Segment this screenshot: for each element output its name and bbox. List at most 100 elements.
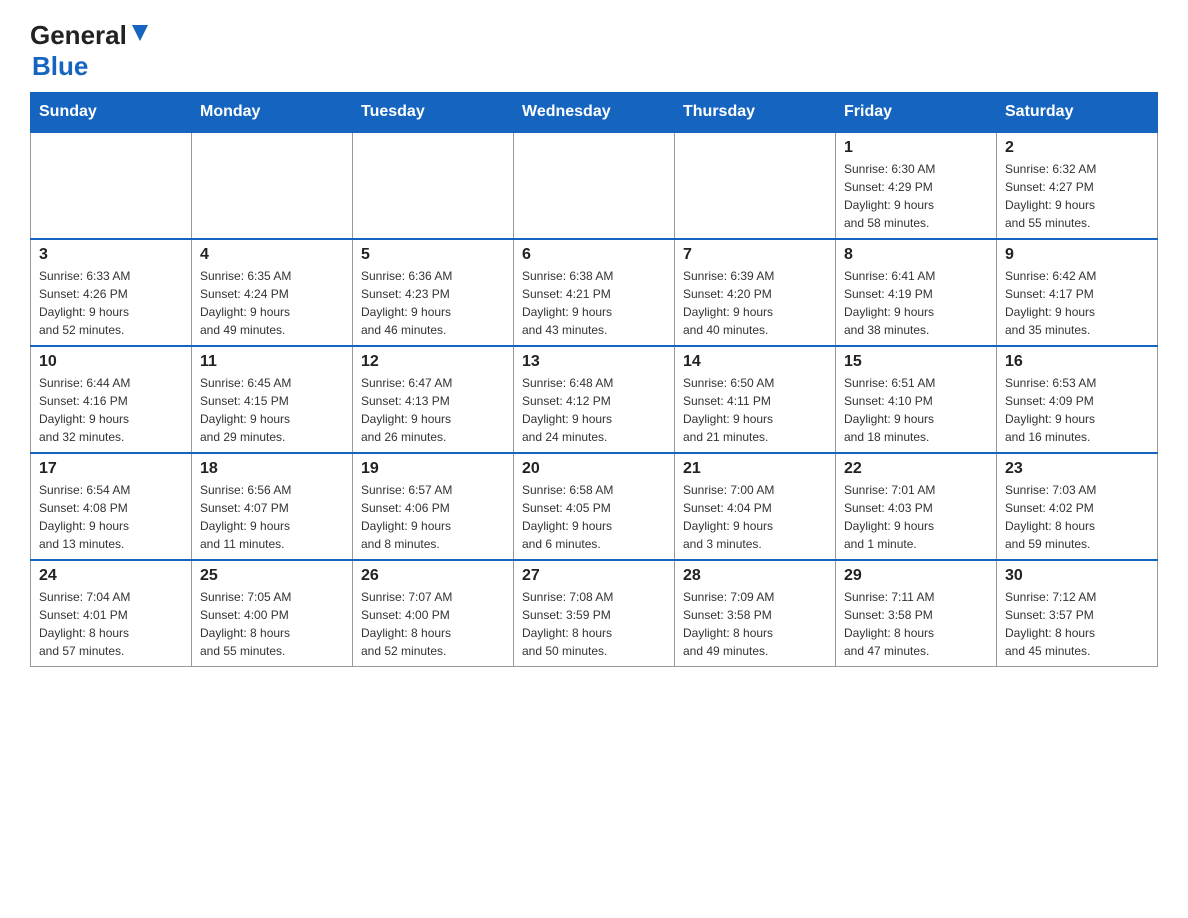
day-info: Sunrise: 6:32 AM Sunset: 4:27 PM Dayligh… [1005, 160, 1149, 232]
day-info: Sunrise: 6:39 AM Sunset: 4:20 PM Dayligh… [683, 267, 827, 339]
calendar-cell: 22 Sunrise: 7:01 AM Sunset: 4:03 PM Dayli… [836, 453, 997, 560]
day-number: 28 [683, 567, 827, 585]
calendar-cell: 11 Sunrise: 6:45 AM Sunset: 4:15 PM Dayli… [192, 346, 353, 453]
calendar-body: 1 Sunrise: 6:30 AM Sunset: 4:29 PM Daylig… [31, 132, 1158, 667]
calendar-cell: 17Sunrise: 6:54 AM Sunset: 4:08 PM Dayli… [31, 453, 192, 560]
calendar-cell [192, 132, 353, 239]
calendar-cell: 19 Sunrise: 6:57 AM Sunset: 4:06 PM Dayli… [353, 453, 514, 560]
day-number: 16 [1005, 353, 1149, 371]
day-number: 30 [1005, 567, 1149, 585]
day-number: 12 [361, 353, 505, 371]
day-info: Sunrise: 6:45 AM Sunset: 4:15 PM Dayligh… [200, 374, 344, 446]
day-number: 24 [39, 567, 183, 585]
day-info: Sunrise: 6:36 AM Sunset: 4:23 PM Dayligh… [361, 267, 505, 339]
day-info: Sunrise: 6:44 AM Sunset: 4:16 PM Dayligh… [39, 374, 183, 446]
logo-general-text: General [30, 20, 127, 51]
page-header: General Blue [30, 20, 1158, 82]
day-of-week-header: Friday [836, 93, 997, 133]
week-row: 17Sunrise: 6:54 AM Sunset: 4:08 PM Dayli… [31, 453, 1158, 560]
day-info: Sunrise: 6:47 AM Sunset: 4:13 PM Dayligh… [361, 374, 505, 446]
day-of-week-header: Thursday [675, 93, 836, 133]
calendar-cell: 21Sunrise: 7:00 AM Sunset: 4:04 PM Dayli… [675, 453, 836, 560]
day-of-week-header: Tuesday [353, 93, 514, 133]
calendar-cell [353, 132, 514, 239]
day-number: 13 [522, 353, 666, 371]
day-number: 20 [522, 460, 666, 478]
day-info: Sunrise: 6:56 AM Sunset: 4:07 PM Dayligh… [200, 481, 344, 553]
logo: General Blue [30, 20, 150, 82]
day-number: 22 [844, 460, 988, 478]
calendar-cell: 24 Sunrise: 7:04 AM Sunset: 4:01 PM Dayli… [31, 560, 192, 667]
calendar-cell: 30 Sunrise: 7:12 AM Sunset: 3:57 PM Dayli… [997, 560, 1158, 667]
calendar-cell: 16 Sunrise: 6:53 AM Sunset: 4:09 PM Dayli… [997, 346, 1158, 453]
day-number: 8 [844, 246, 988, 264]
day-of-week-header: Saturday [997, 93, 1158, 133]
calendar-cell: 25 Sunrise: 7:05 AM Sunset: 4:00 PM Dayli… [192, 560, 353, 667]
day-number: 23 [1005, 460, 1149, 478]
day-info: Sunrise: 7:12 AM Sunset: 3:57 PM Dayligh… [1005, 588, 1149, 660]
day-info: Sunrise: 6:53 AM Sunset: 4:09 PM Dayligh… [1005, 374, 1149, 446]
calendar-cell: 3 Sunrise: 6:33 AM Sunset: 4:26 PM Daylig… [31, 239, 192, 346]
day-info: Sunrise: 6:33 AM Sunset: 4:26 PM Dayligh… [39, 267, 183, 339]
calendar-cell: 15 Sunrise: 6:51 AM Sunset: 4:10 PM Dayli… [836, 346, 997, 453]
day-of-week-header: Wednesday [514, 93, 675, 133]
calendar-cell: 5Sunrise: 6:36 AM Sunset: 4:23 PM Daylig… [353, 239, 514, 346]
day-info: Sunrise: 6:51 AM Sunset: 4:10 PM Dayligh… [844, 374, 988, 446]
day-number: 7 [683, 246, 827, 264]
calendar-cell: 10 Sunrise: 6:44 AM Sunset: 4:16 PM Dayli… [31, 346, 192, 453]
day-number: 11 [200, 353, 344, 371]
day-number: 19 [361, 460, 505, 478]
calendar-cell: 2 Sunrise: 6:32 AM Sunset: 4:27 PM Daylig… [997, 132, 1158, 239]
day-info: Sunrise: 7:04 AM Sunset: 4:01 PM Dayligh… [39, 588, 183, 660]
day-info: Sunrise: 6:30 AM Sunset: 4:29 PM Dayligh… [844, 160, 988, 232]
calendar-cell: 29Sunrise: 7:11 AM Sunset: 3:58 PM Dayli… [836, 560, 997, 667]
calendar-table: SundayMondayTuesdayWednesdayThursdayFrid… [30, 92, 1158, 667]
week-row: 24 Sunrise: 7:04 AM Sunset: 4:01 PM Dayli… [31, 560, 1158, 667]
calendar-cell: 7 Sunrise: 6:39 AM Sunset: 4:20 PM Daylig… [675, 239, 836, 346]
day-of-week-header: Sunday [31, 93, 192, 133]
calendar-cell: 20Sunrise: 6:58 AM Sunset: 4:05 PM Dayli… [514, 453, 675, 560]
day-info: Sunrise: 7:00 AM Sunset: 4:04 PM Dayligh… [683, 481, 827, 553]
calendar-cell: 13Sunrise: 6:48 AM Sunset: 4:12 PM Dayli… [514, 346, 675, 453]
calendar-cell: 26Sunrise: 7:07 AM Sunset: 4:00 PM Dayli… [353, 560, 514, 667]
day-info: Sunrise: 6:50 AM Sunset: 4:11 PM Dayligh… [683, 374, 827, 446]
day-info: Sunrise: 7:09 AM Sunset: 3:58 PM Dayligh… [683, 588, 827, 660]
day-number: 18 [200, 460, 344, 478]
day-number: 29 [844, 567, 988, 585]
day-info: Sunrise: 6:35 AM Sunset: 4:24 PM Dayligh… [200, 267, 344, 339]
day-info: Sunrise: 6:57 AM Sunset: 4:06 PM Dayligh… [361, 481, 505, 553]
calendar-cell: 14 Sunrise: 6:50 AM Sunset: 4:11 PM Dayli… [675, 346, 836, 453]
day-info: Sunrise: 7:05 AM Sunset: 4:00 PM Dayligh… [200, 588, 344, 660]
calendar-cell: 28 Sunrise: 7:09 AM Sunset: 3:58 PM Dayli… [675, 560, 836, 667]
days-of-week-row: SundayMondayTuesdayWednesdayThursdayFrid… [31, 93, 1158, 133]
calendar-cell [31, 132, 192, 239]
logo-triangle-icon [130, 23, 150, 43]
day-number: 25 [200, 567, 344, 585]
week-row: 3 Sunrise: 6:33 AM Sunset: 4:26 PM Daylig… [31, 239, 1158, 346]
day-info: Sunrise: 7:08 AM Sunset: 3:59 PM Dayligh… [522, 588, 666, 660]
calendar-cell: 1 Sunrise: 6:30 AM Sunset: 4:29 PM Daylig… [836, 132, 997, 239]
day-number: 27 [522, 567, 666, 585]
calendar-cell: 12 Sunrise: 6:47 AM Sunset: 4:13 PM Dayli… [353, 346, 514, 453]
day-number: 3 [39, 246, 183, 264]
logo-blue-text: Blue [32, 51, 88, 81]
day-number: 17 [39, 460, 183, 478]
calendar-cell: 9Sunrise: 6:42 AM Sunset: 4:17 PM Daylig… [997, 239, 1158, 346]
day-number: 26 [361, 567, 505, 585]
calendar-cell: 18 Sunrise: 6:56 AM Sunset: 4:07 PM Dayli… [192, 453, 353, 560]
calendar-cell [675, 132, 836, 239]
day-number: 1 [844, 139, 988, 157]
calendar-cell: 4Sunrise: 6:35 AM Sunset: 4:24 PM Daylig… [192, 239, 353, 346]
calendar-header: SundayMondayTuesdayWednesdayThursdayFrid… [31, 93, 1158, 133]
day-number: 14 [683, 353, 827, 371]
calendar-cell: 6Sunrise: 6:38 AM Sunset: 4:21 PM Daylig… [514, 239, 675, 346]
day-number: 6 [522, 246, 666, 264]
week-row: 1 Sunrise: 6:30 AM Sunset: 4:29 PM Daylig… [31, 132, 1158, 239]
day-number: 2 [1005, 139, 1149, 157]
day-info: Sunrise: 7:01 AM Sunset: 4:03 PM Dayligh… [844, 481, 988, 553]
day-info: Sunrise: 6:42 AM Sunset: 4:17 PM Dayligh… [1005, 267, 1149, 339]
day-number: 15 [844, 353, 988, 371]
calendar-cell [514, 132, 675, 239]
day-number: 10 [39, 353, 183, 371]
day-of-week-header: Monday [192, 93, 353, 133]
